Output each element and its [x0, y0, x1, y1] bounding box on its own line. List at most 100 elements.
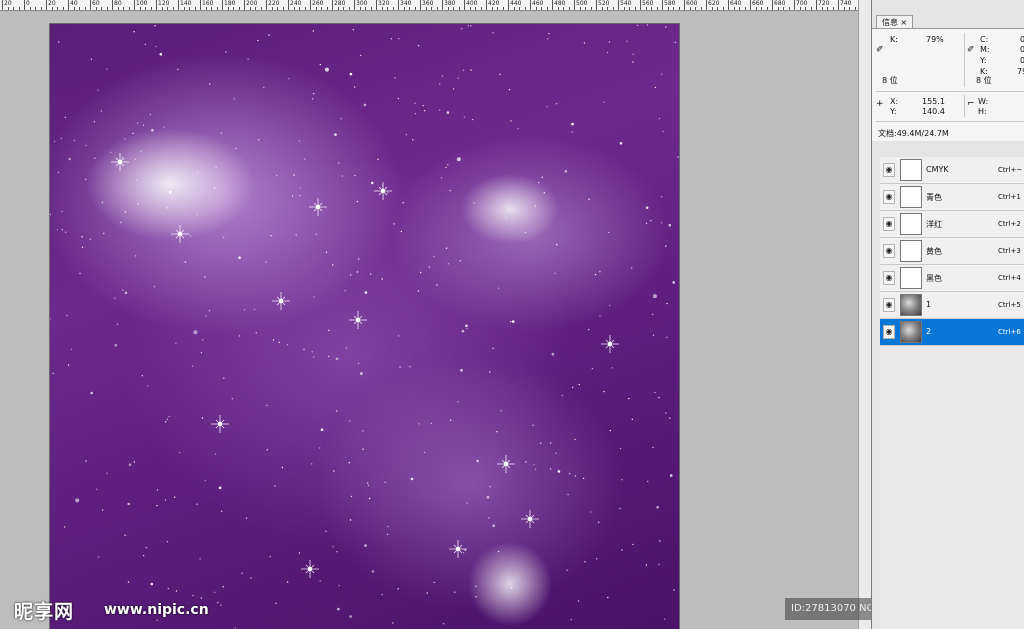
star [238, 335, 241, 337]
star [459, 260, 461, 262]
ruler-tick [167, 7, 168, 10]
star [177, 68, 179, 71]
star [319, 447, 321, 449]
star [64, 116, 66, 119]
star [555, 103, 558, 105]
ruler-tick [35, 7, 36, 10]
ruler-tick [249, 7, 251, 10]
channel-row[interactable]: ◉ 2 Ctrl+6 [880, 319, 1024, 346]
close-icon[interactable]: × [901, 18, 908, 27]
ruler-tick [618, 0, 619, 10]
ruler-tick [810, 7, 812, 10]
ruler-tick [557, 7, 559, 10]
ruler-tick [112, 0, 113, 10]
star [144, 43, 146, 46]
channel-row[interactable]: ◉ 青色 Ctrl+1 [880, 184, 1024, 211]
visibility-eye-icon[interactable]: ◉ [883, 190, 895, 204]
ruler-tick [667, 7, 669, 10]
channel-row[interactable]: ◉ 黄色 Ctrl+3 [880, 238, 1024, 265]
channel-row[interactable]: ◉ 1 Ctrl+5 [880, 292, 1024, 319]
star [85, 144, 87, 147]
document-canvas[interactable] [50, 24, 679, 629]
star [508, 209, 510, 211]
star [571, 386, 574, 389]
star [193, 330, 198, 335]
visibility-eye-icon[interactable]: ◉ [883, 244, 895, 258]
star [263, 86, 265, 89]
ruler-tick [101, 7, 102, 10]
star [465, 324, 468, 328]
star [554, 272, 556, 274]
ruler-tick [711, 7, 713, 10]
star [196, 172, 199, 174]
ruler-tick [805, 7, 806, 10]
galaxy-image [50, 24, 679, 629]
star [85, 178, 87, 181]
star [414, 113, 417, 115]
channel-row[interactable]: ◉ 洋红 Ctrl+2 [880, 211, 1024, 238]
star [238, 256, 241, 259]
star [674, 41, 676, 44]
ruler-label: 640 [730, 0, 742, 7]
star [658, 117, 660, 120]
star [645, 206, 649, 209]
bright-star [601, 335, 619, 353]
star [609, 429, 611, 432]
star [220, 604, 222, 606]
star [200, 597, 202, 599]
star [166, 418, 169, 420]
star [196, 214, 198, 216]
star [168, 190, 172, 194]
star [397, 335, 400, 337]
ruler-tick [541, 7, 542, 10]
star [298, 552, 301, 554]
star [584, 561, 586, 563]
bright-star [272, 292, 290, 310]
star [598, 521, 600, 523]
ruler-tick [612, 7, 614, 10]
star [464, 549, 466, 551]
star [189, 235, 192, 237]
visibility-eye-icon[interactable]: ◉ [883, 271, 895, 285]
ruler-tick [755, 7, 757, 10]
star [368, 497, 371, 500]
visibility-eye-icon[interactable]: ◉ [883, 217, 895, 231]
horizontal-ruler[interactable]: 20 0 20 40 60 80 100 120 140 160 180 200 220 240 260 28… [0, 0, 858, 11]
vertical-scrollbar[interactable] [858, 0, 871, 629]
ruler-tick [189, 7, 190, 10]
ruler-label: 540 [620, 0, 632, 7]
channel-row[interactable]: ◉ 黑色 Ctrl+4 [880, 265, 1024, 292]
ruler-tick [854, 7, 856, 10]
visibility-eye-icon[interactable]: ◉ [883, 298, 895, 312]
ruler-tick [205, 7, 207, 10]
star [94, 157, 96, 159]
star [134, 255, 137, 257]
star [149, 113, 152, 116]
visibility-eye-icon[interactable]: ◉ [883, 325, 895, 339]
visibility-eye-icon[interactable]: ◉ [883, 163, 895, 177]
divider [876, 121, 1024, 122]
star [555, 452, 557, 454]
ruler-tick [662, 0, 663, 10]
channel-name: 1 [926, 300, 932, 309]
channel-row[interactable]: ◉ CMYK Ctrl+~ [880, 157, 1024, 184]
k2-value: 79 [1017, 67, 1024, 76]
star [253, 308, 256, 311]
channel-shortcut: Ctrl+6 [998, 328, 1021, 336]
ruler-tick [700, 7, 702, 10]
ruler-tick [513, 7, 515, 10]
star [669, 417, 671, 419]
star [457, 401, 459, 403]
ruler-tick [794, 0, 795, 10]
tab-info[interactable]: 信息 × [876, 15, 914, 29]
star [577, 600, 580, 602]
star [134, 158, 137, 161]
star [340, 118, 342, 120]
star [328, 329, 330, 332]
star [423, 110, 426, 112]
star [457, 77, 459, 79]
ruler-tick [722, 7, 724, 10]
star [672, 281, 675, 284]
ruler-tick [552, 0, 553, 10]
ruler-tick [337, 7, 339, 10]
